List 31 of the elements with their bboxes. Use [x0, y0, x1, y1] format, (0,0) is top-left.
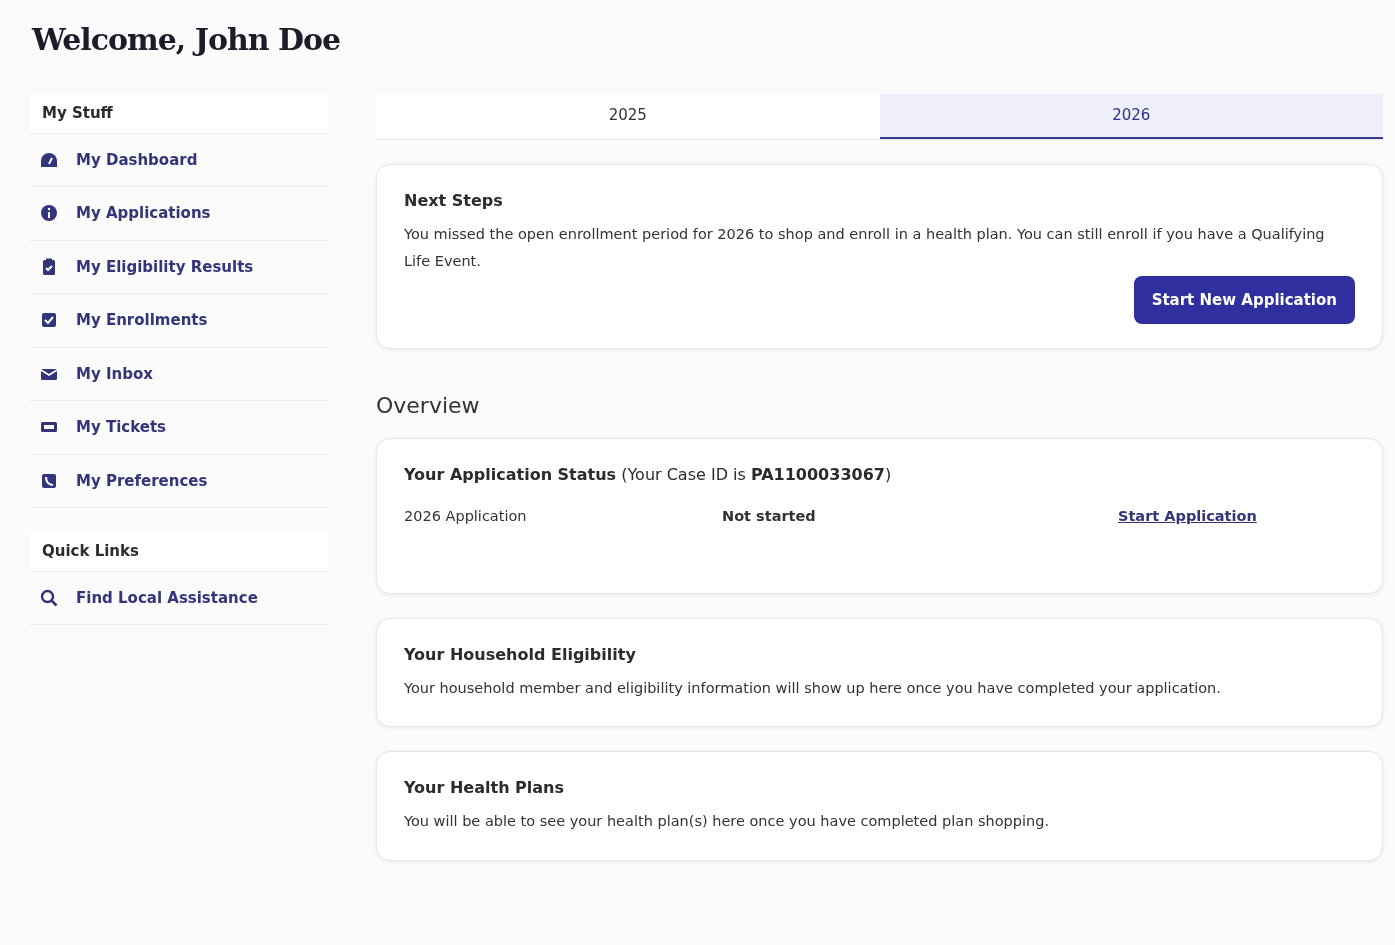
card-text: Your household member and eligibility information will show up here once you have completed your application. — [404, 678, 1222, 698]
sidebar-item[interactable]: My Dashboard — [30, 133, 328, 187]
year-tab[interactable]: 2025 — [376, 94, 880, 139]
sidebar-item[interactable]: My Eligibility Results — [30, 240, 328, 294]
sidebar-item[interactable]: My Inbox — [30, 347, 328, 401]
card-title: Next Steps — [404, 189, 504, 212]
application-name: 2026 Application — [404, 507, 528, 527]
search-icon — [40, 588, 58, 607]
phone-icon — [40, 471, 58, 490]
clipboard-icon — [40, 257, 58, 276]
card-text: You will be able to see your health plan(s) here once you have completed plan shopping. — [404, 812, 1051, 832]
start-application-link[interactable]: Start Application — [1118, 503, 1257, 531]
card-text: You missed the open enrollment period for 2026 to shop and enroll in a health plan. You can still enroll if you have a Qualifying Life Event. — [404, 224, 1326, 272]
info-icon — [40, 204, 58, 223]
year-tab[interactable]: 2026 — [879, 94, 1383, 139]
sidebar-item[interactable]: My Preferences — [30, 454, 328, 508]
dashboard-icon — [40, 150, 58, 169]
application-status: Not started — [722, 507, 817, 527]
sidebar-item[interactable]: Find Local Assistance — [30, 571, 328, 625]
checkbox-icon — [40, 311, 58, 330]
sidebar-item[interactable]: My Enrollments — [30, 294, 328, 348]
section-heading: Overview — [376, 392, 481, 421]
sidebar-item[interactable]: My Tickets — [30, 401, 328, 455]
card-title: Your Application Status (Your Case ID is PA1100033067) — [404, 464, 893, 487]
card-title: Your Household Eligibility — [404, 643, 637, 666]
card-title: Your Health Plans — [404, 777, 565, 800]
sidebar-item[interactable]: My Applications — [30, 187, 328, 241]
page-title: Welcome, John Doe — [32, 22, 342, 58]
start-new-application-button[interactable]: Start New Application — [1133, 275, 1355, 325]
sidebar-heading: Quick Links — [30, 532, 328, 572]
sidebar-heading: My Stuff — [30, 94, 328, 134]
